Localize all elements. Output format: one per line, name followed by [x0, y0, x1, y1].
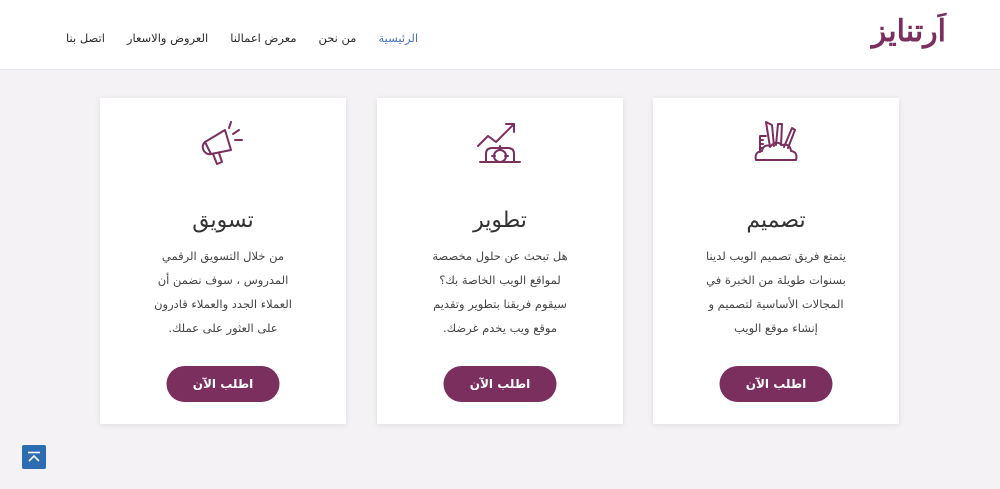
service-card-development: تطوير هل تبحث عن حلول مخصصة لمواقع الويب…: [377, 98, 623, 424]
order-now-button[interactable]: اطلب الآن: [443, 366, 557, 402]
card-description: هل تبحث عن حلول مخصصة لمواقع الويب الخاص…: [432, 249, 568, 335]
arrow-up-icon: [28, 451, 40, 462]
development-growth-icon: [377, 116, 623, 172]
nav-item-about[interactable]: من نحن: [319, 31, 357, 45]
service-card-design: تصميم يتمتع فريق تصميم الويب لدينا بسنوا…: [653, 98, 899, 424]
card-title: تطوير: [473, 208, 527, 233]
design-tools-icon: [653, 116, 899, 172]
service-card-marketing: تسويق من خلال التسويق الرقمي المدروس ، س…: [100, 98, 346, 424]
card-title: تسويق: [192, 208, 254, 233]
megaphone-icon: [100, 116, 346, 172]
order-now-button[interactable]: اطلب الآن: [719, 366, 833, 402]
nav-item-pricing[interactable]: العروض والاسعار: [127, 31, 208, 45]
site-header: اَرتنايز الرئيسية من نحن معرض اعمالنا ال…: [0, 0, 1000, 70]
nav-item-home[interactable]: الرئيسية: [378, 31, 418, 45]
nav-item-contact[interactable]: اتصل بنا: [66, 31, 105, 45]
main-nav: الرئيسية من نحن معرض اعمالنا العروض والا…: [66, 31, 418, 45]
scroll-to-top-button[interactable]: [22, 445, 46, 469]
card-description: من خلال التسويق الرقمي المدروس ، سوف نضم…: [154, 249, 292, 335]
nav-item-portfolio[interactable]: معرض اعمالنا: [230, 31, 296, 45]
site-logo[interactable]: اَرتنايز: [872, 14, 946, 49]
card-title: تصميم: [746, 208, 806, 233]
order-now-button[interactable]: اطلب الآن: [166, 366, 280, 402]
card-description: يتمتع فريق تصميم الويب لدينا بسنوات طويل…: [706, 249, 846, 335]
